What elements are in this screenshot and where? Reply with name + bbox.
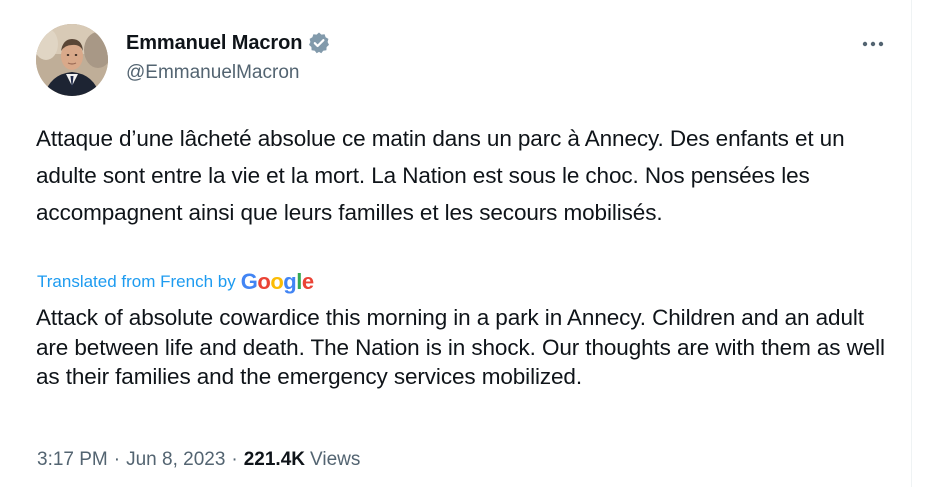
google-logo: Google — [241, 268, 314, 296]
tweet-text: Attaque d’une lâcheté absolue ce matin d… — [36, 126, 845, 225]
tweet-meta: 3:17 PM · Jun 8, 2023 · 221.4K Views — [37, 449, 360, 471]
avatar[interactable] — [36, 24, 108, 96]
user-info: Emmanuel Macron @EmmanuelMacron — [126, 30, 331, 84]
author-handle[interactable]: @EmmanuelMacron — [126, 62, 331, 84]
more-options-icon[interactable] — [858, 32, 888, 56]
meta-separator: · — [231, 449, 238, 470]
views-count[interactable]: 221.4K — [244, 449, 305, 471]
author-name[interactable]: Emmanuel Macron — [126, 32, 302, 55]
views-label: Views — [310, 449, 361, 470]
tweet-card: Emmanuel Macron @EmmanuelMacron Attaque … — [0, 0, 912, 487]
google-letter-2: o — [257, 269, 271, 294]
name-row: Emmanuel Macron — [126, 30, 331, 56]
tweet-date[interactable]: Jun 8, 2023 — [126, 449, 225, 471]
google-letter-1: G — [240, 269, 258, 294]
verified-badge-icon[interactable] — [307, 31, 331, 55]
meta-separator: · — [113, 449, 121, 470]
translated-text: Attack of absolute cowardice this mornin… — [36, 305, 885, 389]
google-letter-4: g — [283, 269, 297, 294]
google-letter-3: o — [270, 269, 284, 294]
tweet-time[interactable]: 3:17 PM — [37, 449, 108, 471]
translation-label[interactable]: Translated from French by — [37, 272, 236, 292]
translation-attribution[interactable]: Translated from French by Google — [37, 268, 314, 296]
google-letter-6: e — [301, 269, 314, 294]
